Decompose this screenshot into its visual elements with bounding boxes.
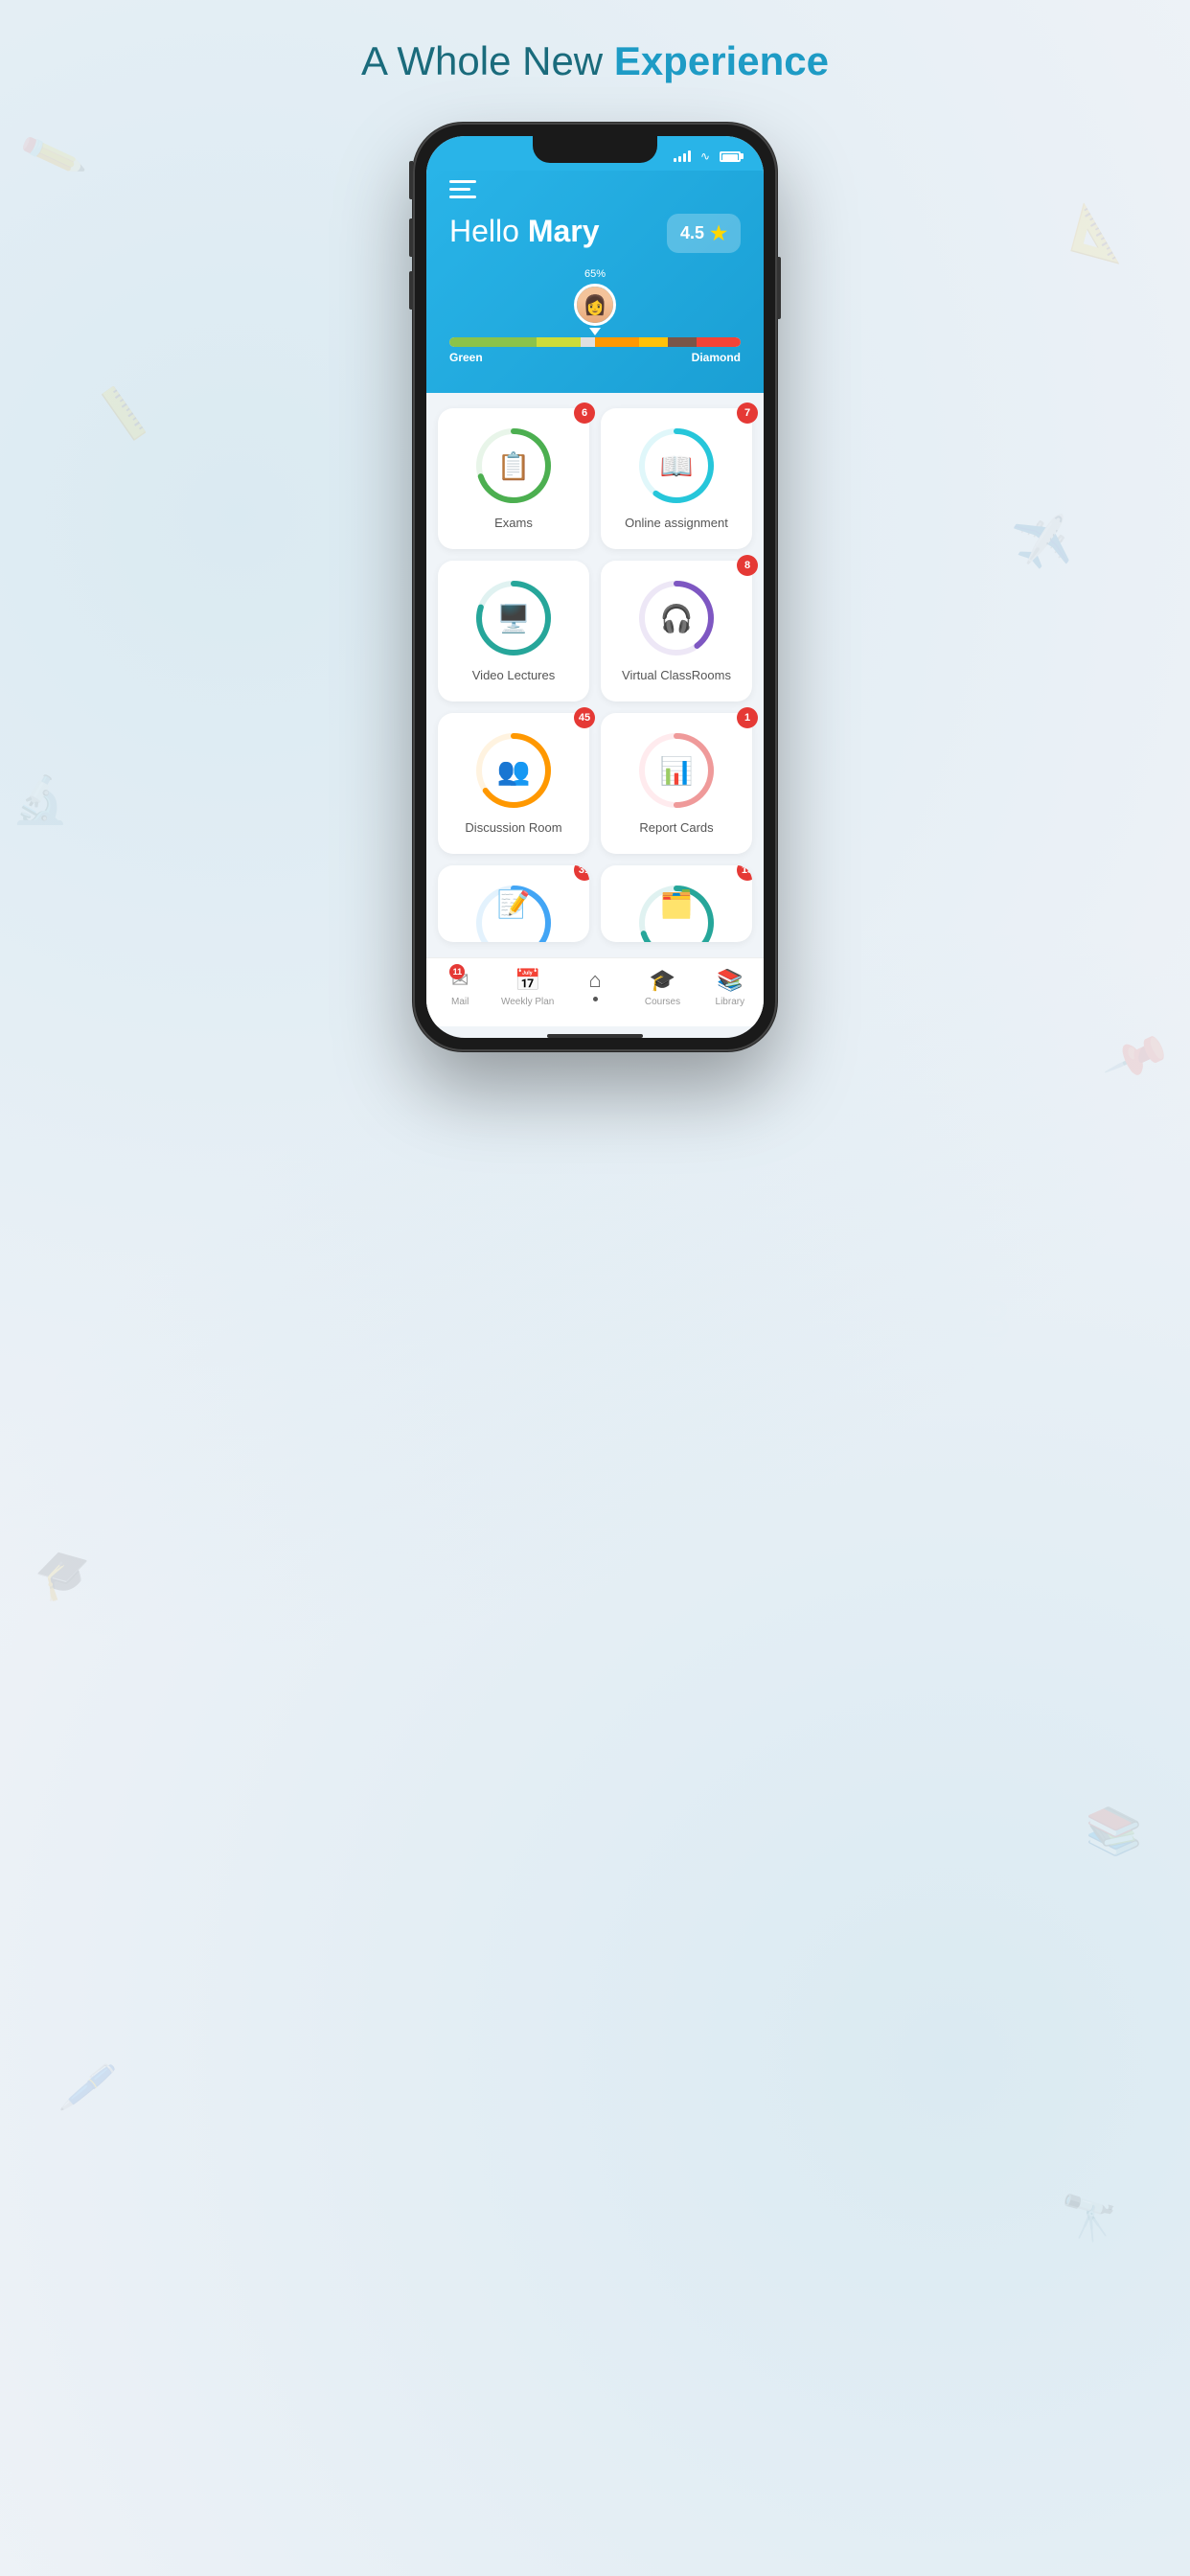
assignment-icon-container: 📖	[638, 427, 715, 504]
library-label: Library	[716, 997, 745, 1007]
progress-segment-white	[581, 337, 595, 347]
nav-item-mail[interactable]: ✉ 11 Mail	[434, 968, 487, 1007]
menu-card-virtual-classrooms[interactable]: 8 🎧 Virtual ClassRooms	[601, 561, 752, 702]
calendar-icon: 📅	[515, 968, 540, 993]
nav-item-home[interactable]: ⌂	[569, 968, 622, 1007]
progress-percent: 65%	[574, 268, 616, 280]
bottom-nav: ✉ 11 Mail 📅 Weekly Plan ⌂ 🎓 Courses 📚 Li…	[426, 957, 764, 1026]
virtual-label: Virtual ClassRooms	[622, 668, 731, 682]
exams-icon: 📋	[497, 450, 531, 482]
progress-segment-lime	[537, 337, 581, 347]
badge-report-cards: 1	[737, 707, 758, 728]
avatar: 👩	[574, 284, 616, 326]
menu-card-discussion-room[interactable]: 45 👥 Discussion Room	[438, 713, 589, 854]
courses-icon: 🎓	[650, 968, 675, 993]
courses-label: Courses	[645, 997, 680, 1007]
header-row: Hello Mary 4.5 ★	[449, 214, 741, 253]
status-icons: ∿	[674, 150, 741, 163]
progress-segment-brown	[668, 337, 697, 347]
menu-card-8[interactable]: 13 🗂️	[601, 865, 752, 942]
badge-7: 31	[574, 865, 589, 881]
library-icon: 📚	[717, 968, 743, 993]
report-icon-container: 📊	[638, 732, 715, 809]
badge-online-assignment: 7	[737, 402, 758, 424]
avatar-container: 65% 👩	[449, 268, 741, 335]
virtual-icon-container: 🎧	[638, 580, 715, 656]
nav-item-library[interactable]: 📚 Library	[703, 968, 756, 1007]
progress-segment-orange	[595, 337, 639, 347]
menu-card-7[interactable]: 31 📝	[438, 865, 589, 942]
progress-segment-green	[449, 337, 537, 347]
notch	[533, 136, 657, 163]
exams-label: Exams	[494, 516, 533, 530]
discussion-label: Discussion Room	[465, 820, 561, 835]
menu-grid: 6 📋 Exams 7	[438, 408, 752, 942]
card7-icon: 📝	[497, 888, 531, 920]
home-indicator	[547, 1034, 643, 1038]
assignment-label: Online assignment	[625, 516, 728, 530]
progress-bar	[449, 337, 741, 347]
report-icon: 📊	[660, 755, 694, 787]
assignment-icon: 📖	[660, 450, 694, 482]
progress-segment-gold	[639, 337, 668, 347]
home-dot	[593, 997, 598, 1001]
nav-item-weekly-plan[interactable]: 📅 Weekly Plan	[501, 968, 554, 1007]
signal-icon	[674, 150, 691, 162]
menu-button[interactable]	[449, 180, 741, 198]
menu-card-exams[interactable]: 6 📋 Exams	[438, 408, 589, 549]
app-header: Hello Mary 4.5 ★ 65% 👩	[426, 171, 764, 393]
discussion-icon: 👥	[497, 755, 531, 787]
menu-card-report-cards[interactable]: 1 📊 Report Cards	[601, 713, 752, 854]
badge-exams: 6	[574, 402, 595, 424]
card7-icon-container: 📝	[475, 885, 552, 923]
phone-frame: ∿ Hello Mary 4.5 ★	[413, 123, 777, 1051]
wifi-icon: ∿	[700, 150, 710, 163]
home-icon: ⌂	[589, 968, 602, 993]
weekly-plan-label: Weekly Plan	[501, 997, 554, 1007]
mail-label: Mail	[451, 997, 469, 1007]
discussion-icon-container: 👥	[475, 732, 552, 809]
card8-icon: 🗂️	[660, 888, 694, 920]
menu-card-online-assignment[interactable]: 7 📖 Online assignment	[601, 408, 752, 549]
video-icon: 🖥️	[497, 603, 531, 634]
menu-card-video-lectures[interactable]: 🖥️ Video Lectures	[438, 561, 589, 702]
greeting: Hello Mary	[449, 214, 600, 249]
virtual-icon: 🎧	[660, 603, 694, 634]
badge-discussion-room: 45	[574, 707, 595, 728]
progress-section: 65% 👩	[449, 268, 741, 364]
star-icon: ★	[710, 221, 727, 245]
status-bar: ∿	[426, 136, 764, 171]
main-content: 6 📋 Exams 7	[426, 393, 764, 957]
video-icon-container: 🖥️	[475, 580, 552, 656]
rating-badge: 4.5 ★	[667, 214, 741, 253]
phone-screen: ∿ Hello Mary 4.5 ★	[426, 136, 764, 1038]
card8-icon-container: 🗂️	[638, 885, 715, 923]
exams-icon-container: 📋	[475, 427, 552, 504]
badge-virtual-classrooms: 8	[737, 555, 758, 576]
video-label: Video Lectures	[472, 668, 556, 682]
badge-8: 13	[737, 865, 752, 881]
page-title: A Whole New Experience	[361, 38, 829, 84]
progress-segment-red	[697, 337, 741, 347]
battery-icon	[720, 151, 741, 162]
report-label: Report Cards	[639, 820, 713, 835]
progress-labels: Green Diamond	[449, 351, 741, 364]
nav-item-courses[interactable]: 🎓 Courses	[636, 968, 689, 1007]
